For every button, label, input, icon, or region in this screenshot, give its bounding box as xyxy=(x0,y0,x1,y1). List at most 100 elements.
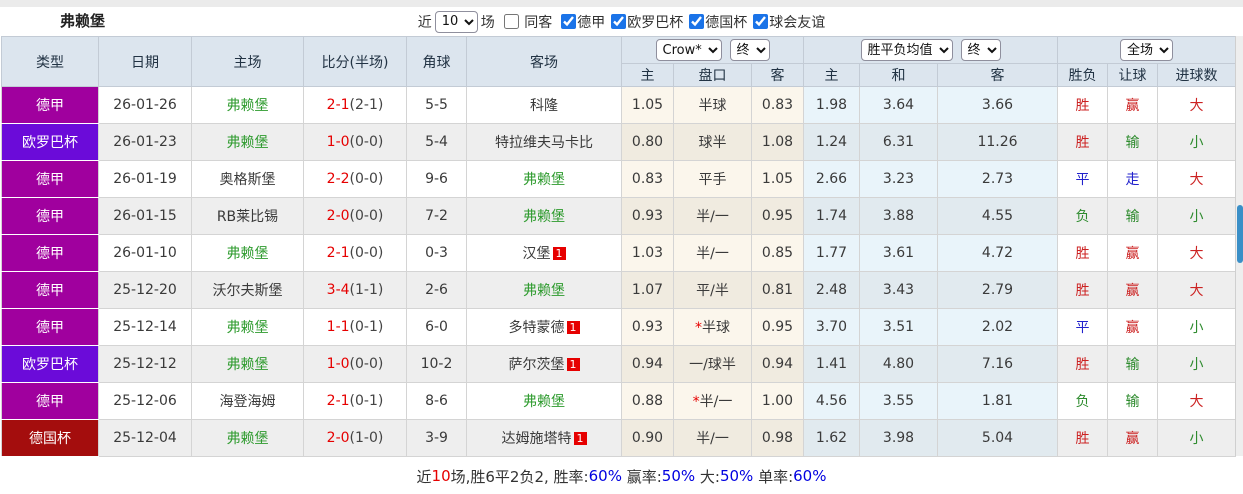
corner-cell: 8-6 xyxy=(406,382,467,420)
away-team-link[interactable]: 科隆 xyxy=(530,98,558,114)
away-team-link[interactable]: 汉堡 xyxy=(523,246,551,262)
home-team-link[interactable]: 弗赖堡 xyxy=(227,98,269,114)
away-team-link[interactable]: 弗赖堡 xyxy=(523,283,565,299)
scrollbar-thumb[interactable] xyxy=(1237,205,1243,263)
home-team-link[interactable]: 弗赖堡 xyxy=(227,246,269,262)
date-cell: 26-01-10 xyxy=(98,234,192,272)
away-team-link[interactable]: 萨尔茨堡 xyxy=(509,357,565,373)
league-type-cell: 欧罗巴杯 xyxy=(1,123,99,161)
date-cell: 26-01-15 xyxy=(98,197,192,235)
league-filter-checkbox[interactable] xyxy=(689,14,705,29)
goals-cell: 大 xyxy=(1157,160,1237,198)
avg-away-cell: 2.73 xyxy=(937,160,1059,198)
same-opponent-toggle[interactable]: 同客 xyxy=(498,12,552,32)
filter-controls: 近 10 场 同客 德甲 欧罗巴杯 德国杯 球会友谊 xyxy=(418,10,825,33)
odds-away-cell: 0.98 xyxy=(750,419,805,457)
avg-away-cell: 1.81 xyxy=(937,382,1059,420)
home-team-link[interactable]: 沃尔夫斯堡 xyxy=(213,283,283,299)
home-team-link[interactable]: RB莱比锡 xyxy=(217,209,278,225)
handicap-text: 半/一 xyxy=(696,431,729,447)
scope-select[interactable]: 全场 xyxy=(1120,39,1174,61)
date-cell: 26-01-23 xyxy=(98,123,192,161)
league-type-cell: 德甲 xyxy=(1,197,99,235)
home-team-link[interactable]: 弗赖堡 xyxy=(227,320,269,336)
odds-home-cell: 0.93 xyxy=(621,197,674,235)
bookmaker-select[interactable]: Crow* xyxy=(655,39,722,61)
sub-header-avg-home: 主 xyxy=(803,63,861,87)
away-team-link[interactable]: 多特蒙德 xyxy=(509,320,565,336)
avg-type-select[interactable]: 胜平负均值 xyxy=(860,39,953,61)
handicap-result-cell: 赢 xyxy=(1107,419,1159,457)
corner-cell: 0-3 xyxy=(406,234,467,272)
games-label: 场 xyxy=(480,14,495,31)
top-strip xyxy=(0,0,1243,7)
league-filter-checkbox[interactable] xyxy=(561,14,577,29)
league-filter-toggle[interactable]: 德甲 xyxy=(555,12,605,32)
away-team-link[interactable]: 特拉维夫马卡比 xyxy=(495,135,593,151)
sub-header-result: 胜负 xyxy=(1057,63,1109,87)
home-team-link[interactable]: 奥格斯堡 xyxy=(220,172,276,188)
score-cell: 3-4(1-1) xyxy=(303,271,407,309)
away-team-link[interactable]: 弗赖堡 xyxy=(523,172,565,188)
home-team-cell: 弗赖堡 xyxy=(191,123,304,161)
league-filter-label: 德甲 xyxy=(577,14,606,31)
odds-away-cell: 1.08 xyxy=(750,123,805,161)
match-table-zone: 类型 日期 主场 比分(半场) 角球 客场 Crow* 终 胜平负均值 终 全场… xyxy=(0,36,1243,457)
score-cell: 2-1(0-1) xyxy=(303,382,407,420)
same-opponent-checkbox[interactable] xyxy=(503,13,519,29)
half-time-score: (0-1) xyxy=(349,393,384,409)
match-row: 德甲 26-01-26 弗赖堡 2-1(2-1) 5-5 科隆 1.05 半球 0.83 1.98… xyxy=(1,86,1237,124)
odds-time-select[interactable]: 终 xyxy=(729,39,770,61)
odds-home-cell: 0.83 xyxy=(621,160,674,198)
away-team-link[interactable]: 弗赖堡 xyxy=(523,394,565,410)
handicap-cell: 半球 xyxy=(673,86,752,124)
odds-home-cell: 0.80 xyxy=(621,123,674,161)
match-row: 德国杯 25-12-04 弗赖堡 2-0(1-0) 3-9 达姆施塔特 1 0.90 半/一 0.… xyxy=(1,419,1237,457)
handicap-text: 半球 xyxy=(698,98,727,114)
league-filter-toggle[interactable]: 德国杯 xyxy=(683,12,747,32)
recent-count-select[interactable]: 10 xyxy=(434,10,478,33)
handicap-text: 平手 xyxy=(698,172,727,188)
league-type-cell: 欧罗巴杯 xyxy=(1,345,99,383)
scrollbar-track[interactable] xyxy=(1235,36,1243,456)
half-time-score: (0-0) xyxy=(349,208,384,224)
match-table: 类型 日期 主场 比分(半场) 角球 客场 Crow* 终 胜平负均值 终 全场… xyxy=(1,36,1237,457)
goals-cell: 大 xyxy=(1157,271,1237,309)
handicap-text: 半/一 xyxy=(699,394,733,410)
away-team-cell: 萨尔茨堡 1 xyxy=(466,345,622,383)
avg-draw-cell: 3.88 xyxy=(859,197,939,235)
away-team-cell: 汉堡 1 xyxy=(466,234,622,272)
avg-draw-cell: 3.51 xyxy=(859,308,939,346)
corner-cell: 10-2 xyxy=(406,345,467,383)
home-team-link[interactable]: 弗赖堡 xyxy=(227,431,269,447)
home-team-link[interactable]: 海登海姆 xyxy=(220,394,276,410)
league-filter-checkbox[interactable] xyxy=(753,14,769,29)
result-cell: 胜 xyxy=(1057,234,1109,272)
goals-cell: 大 xyxy=(1157,382,1237,420)
league-type-cell: 德甲 xyxy=(1,234,99,272)
summary-bar: 近 10 场,胜6平2负2, 胜率: 60% 赢率: 50% 大: 50% 单率: 60% xyxy=(0,457,1243,494)
away-team-link[interactable]: 弗赖堡 xyxy=(523,209,565,225)
league-filter-toggle[interactable]: 球会友谊 xyxy=(747,12,825,32)
odds-away-cell: 0.94 xyxy=(750,345,805,383)
match-row: 欧罗巴杯 26-01-23 弗赖堡 1-0(0-0) 5-4 特拉维夫马卡比 0.80 球半 1… xyxy=(1,123,1237,161)
away-team-link[interactable]: 达姆施塔特 xyxy=(502,431,572,447)
score-cell: 1-0(0-0) xyxy=(303,345,407,383)
avg-home-cell: 4.56 xyxy=(803,382,861,420)
rank-badge: 1 xyxy=(552,247,566,260)
league-filter-toggle[interactable]: 欧罗巴杯 xyxy=(605,12,683,32)
home-team-link[interactable]: 弗赖堡 xyxy=(227,357,269,373)
avg-draw-cell: 3.55 xyxy=(859,382,939,420)
league-filter-checkbox[interactable] xyxy=(611,14,627,29)
handicap-cell: *半球 xyxy=(673,308,752,346)
avg-time-select[interactable]: 终 xyxy=(960,39,1001,61)
away-team-cell: 弗赖堡 xyxy=(466,160,622,198)
full-time-score: 2-1 xyxy=(326,393,350,409)
sub-header-avg-draw: 和 xyxy=(859,63,939,87)
handicap-star: * xyxy=(692,394,700,410)
home-team-link[interactable]: 弗赖堡 xyxy=(227,135,269,151)
half-time-score: (1-0) xyxy=(349,430,384,446)
handicap-result-cell: 赢 xyxy=(1107,308,1159,346)
odds-away-cell: 0.95 xyxy=(750,308,805,346)
home-team-cell: 海登海姆 xyxy=(191,382,304,420)
